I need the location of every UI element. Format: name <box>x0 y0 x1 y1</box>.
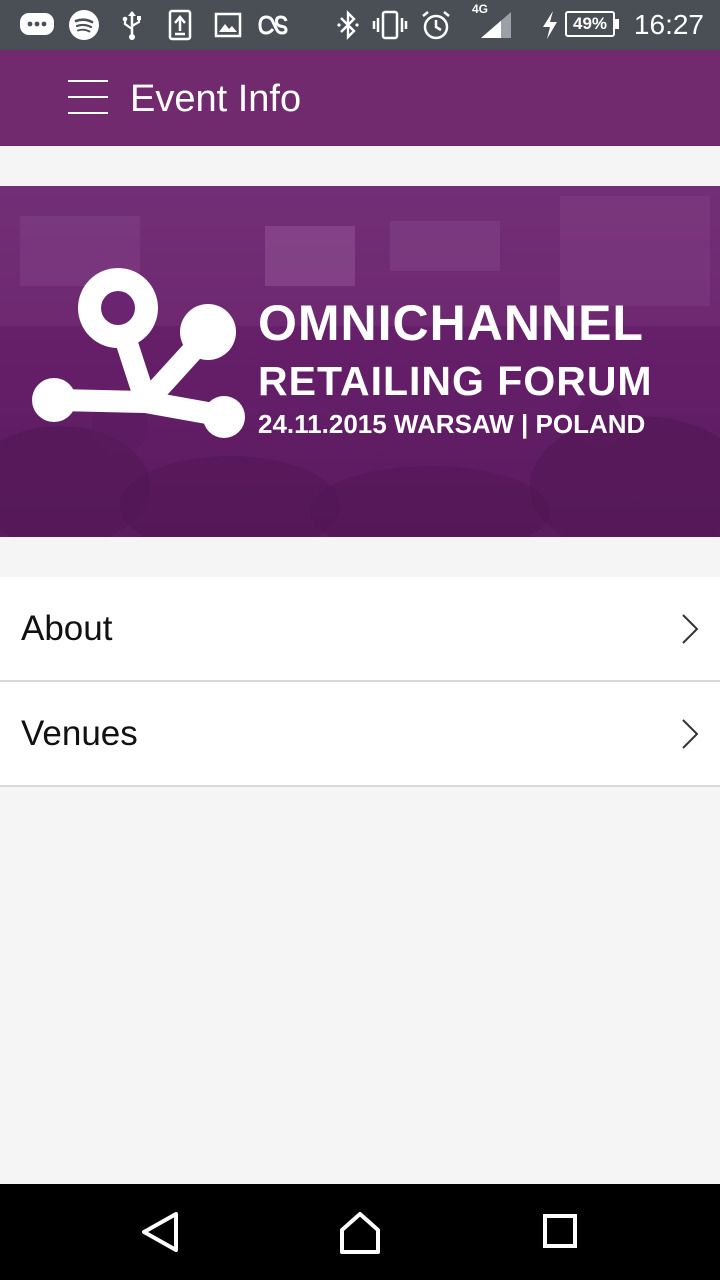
banner-subtitle: RETAILING FORUM <box>258 358 653 404</box>
usb-icon <box>118 8 146 42</box>
chevron-right-icon <box>682 614 699 644</box>
message-icon <box>18 8 56 42</box>
vibrate-icon <box>370 8 410 42</box>
bluetooth-icon <box>334 8 362 42</box>
list-item-about[interactable]: About <box>0 577 720 682</box>
forum-logo-icon <box>32 268 245 438</box>
battery-icon: 49% <box>565 11 619 37</box>
alarm-icon <box>419 8 453 42</box>
list-item-venues[interactable]: Venues <box>0 682 720 787</box>
hamburger-menu-icon[interactable] <box>60 74 116 122</box>
event-info-list: About Venues <box>0 577 720 787</box>
chevron-right-icon <box>682 719 699 749</box>
status-bar: 4G 49% 16:27 <box>0 0 720 50</box>
lastfm-icon <box>258 8 294 42</box>
recents-icon[interactable] <box>532 1206 588 1258</box>
banner-title: OMNICHANNEL <box>258 295 644 351</box>
system-nav-bar <box>0 1184 720 1280</box>
signal-icon <box>478 8 514 42</box>
banner-date-location: 24.11.2015 WARSAW | POLAND <box>258 409 646 439</box>
upload-icon <box>167 8 193 42</box>
app-bar: Event Info <box>0 50 720 146</box>
list-item-label: About <box>21 609 113 648</box>
list-item-label: Venues <box>21 714 138 753</box>
page-title: Event Info <box>130 78 302 120</box>
event-banner: OMNICHANNEL RETAILING FORUM 24.11.2015 W… <box>0 186 720 537</box>
clock: 16:27 <box>633 9 704 40</box>
charging-icon <box>539 8 561 42</box>
home-icon[interactable] <box>332 1206 388 1258</box>
spotify-icon <box>67 8 101 42</box>
image-icon <box>213 8 243 42</box>
back-icon[interactable] <box>132 1206 188 1258</box>
